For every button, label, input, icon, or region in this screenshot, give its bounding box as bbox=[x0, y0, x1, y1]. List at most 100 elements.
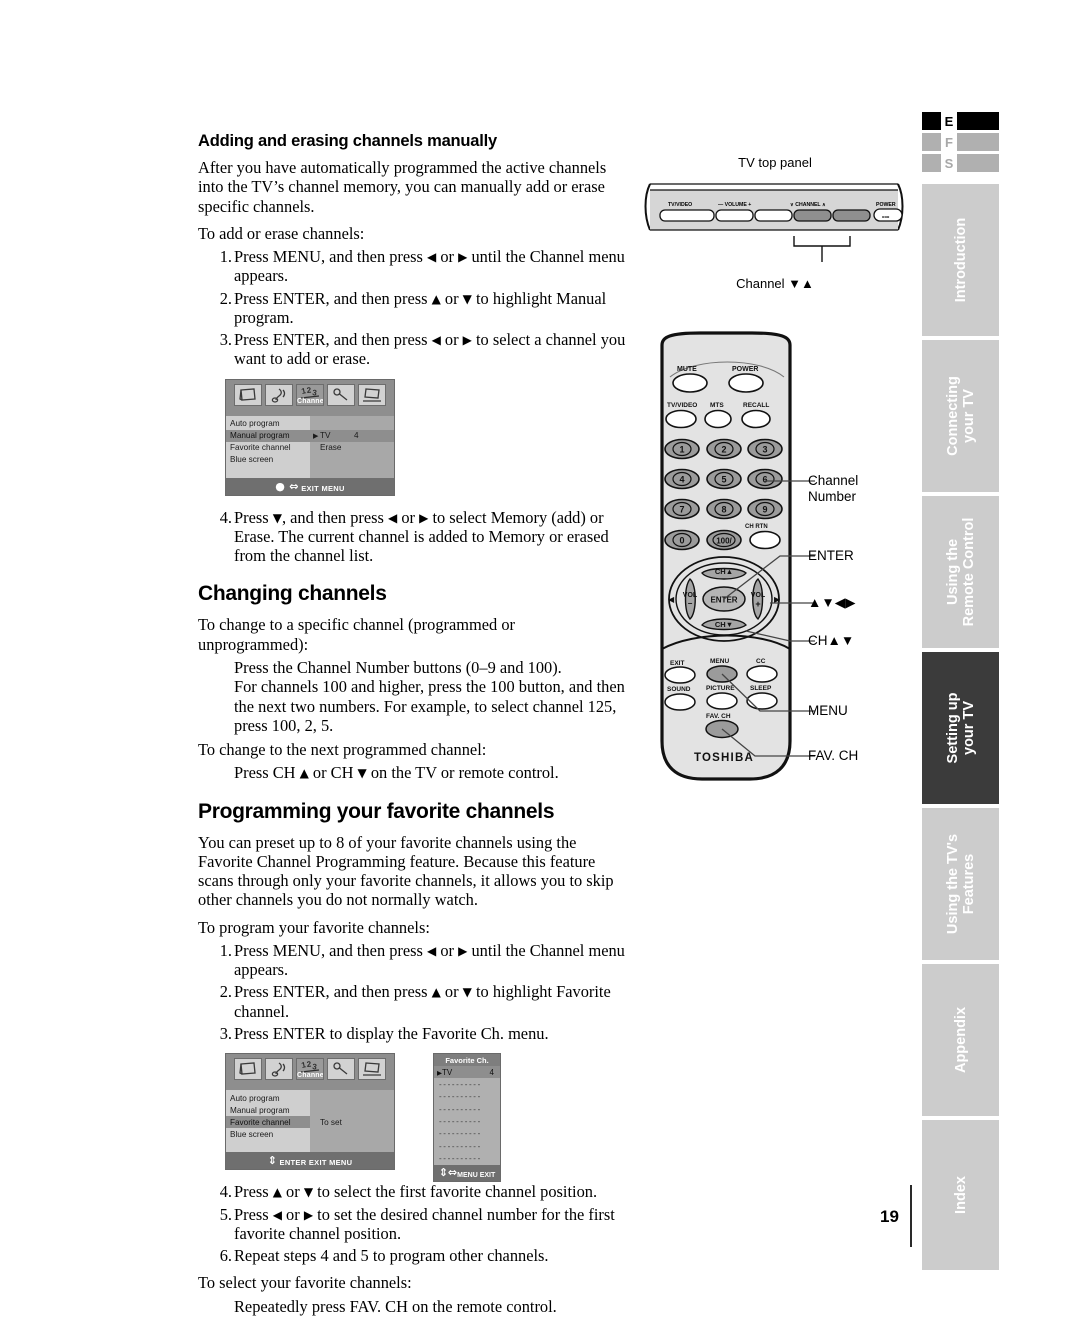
nav-hint-icon: ⇕⇔ bbox=[438, 1166, 458, 1180]
osd-figure-favorite-channel: 123 Channel Auto program Manual program … bbox=[225, 1053, 628, 1182]
osd-item-auto-program: Auto program bbox=[230, 1093, 280, 1103]
lang-letter: S bbox=[944, 155, 954, 171]
svg-text:RECALL: RECALL bbox=[743, 402, 769, 409]
svg-text:TV/VIDEO: TV/VIDEO bbox=[667, 402, 697, 409]
sidebar-item-appendix[interactable]: Appendix bbox=[922, 964, 999, 1116]
lang-square-left bbox=[922, 154, 941, 172]
svg-text:9: 9 bbox=[762, 505, 767, 515]
callout-fav-ch: FAV. CH bbox=[808, 748, 859, 763]
svg-text:100/: 100/ bbox=[716, 537, 732, 546]
osd-left-list: Auto program Manual program Favorite cha… bbox=[226, 1090, 310, 1153]
text-repeatedly-press-fav: Repeatedly press FAV. CH on the remote c… bbox=[234, 1296, 557, 1316]
sidebar-item-using-the-remote-control[interactable]: Using the Remote Control bbox=[922, 496, 999, 648]
sidebar-item-index[interactable]: Index bbox=[922, 1120, 999, 1270]
sidebar-item-label: Connecting your TV bbox=[944, 376, 977, 456]
osd-menu: 123 Channel Auto program Manual program … bbox=[225, 1053, 395, 1171]
list-item: 3. Press ENTER, and then press ◀ or ▶ to … bbox=[198, 330, 628, 369]
lang-bar-right bbox=[957, 154, 999, 172]
right-arrow-icon: ▶ bbox=[458, 250, 468, 265]
steps-favorites-continued: 4. Press ▲ or ▼ to select the first favor… bbox=[198, 1182, 628, 1265]
svg-text:MUTE: MUTE bbox=[677, 366, 697, 373]
osd-item-auto-program: Auto program bbox=[230, 419, 280, 429]
svg-text:POWER: POWER bbox=[876, 202, 896, 208]
step-text-mid: or bbox=[436, 247, 459, 267]
step-text: Press ENTER to display the Favorite Ch. … bbox=[234, 1023, 549, 1043]
language-tab-e[interactable]: E bbox=[922, 112, 1000, 130]
svg-text:5: 5 bbox=[721, 475, 726, 485]
step-number: 3. bbox=[219, 1023, 232, 1043]
svg-text:1: 1 bbox=[679, 445, 684, 455]
paragraph-intro-adding: After you have automatically programmed … bbox=[198, 158, 607, 216]
svg-text:CC: CC bbox=[756, 658, 766, 665]
lang-bar-right bbox=[957, 112, 999, 130]
sidebar-item-introduction[interactable]: Introduction bbox=[922, 184, 999, 336]
step-text-mid: , and then press bbox=[281, 507, 389, 527]
text-press-channel-buttons: Press the Channel Number buttons (0–9 an… bbox=[234, 657, 562, 677]
text-press-ch: Press CH ▲ or CH ▼ on the TV or remote c… bbox=[234, 763, 628, 782]
osd-row-value: 4 bbox=[354, 431, 359, 441]
step-text: Press ENTER, and then press bbox=[234, 288, 432, 308]
text-channels-100-higher: For channels 100 and higher, press the 1… bbox=[234, 677, 625, 735]
step-number: 2. bbox=[219, 288, 232, 308]
paragraph-intro-favorites: You can preset up to 8 of your favorite … bbox=[198, 832, 614, 910]
step-text: Press bbox=[234, 507, 273, 527]
up-arrow-icon: ▲ bbox=[431, 291, 441, 306]
svg-text:PICTURE: PICTURE bbox=[706, 685, 735, 692]
sidebar-item-connecting-your-tv[interactable]: Connecting your TV bbox=[922, 340, 999, 492]
step-number: 4. bbox=[219, 507, 232, 527]
svg-text:MTS: MTS bbox=[710, 402, 724, 409]
sidebar-item-setting-up-your-tv[interactable]: Setting up your TV bbox=[922, 652, 999, 804]
step-number: 6. bbox=[219, 1246, 232, 1266]
page-number-rule bbox=[910, 1185, 912, 1247]
osd-menu: 123 Channel Auto program Manual program … bbox=[225, 378, 395, 496]
step-text-mid: or bbox=[440, 330, 463, 350]
osd-row-label: To set bbox=[320, 1117, 342, 1127]
osd-row-to-set: To set bbox=[310, 1116, 394, 1128]
osd-icon-row: 123 Channel bbox=[226, 1054, 394, 1091]
list-item: 1. Press MENU, and then press ◀ or ▶ unti… bbox=[198, 247, 628, 286]
block-channel-number-buttons: Press the Channel Number buttons (0–9 an… bbox=[198, 658, 628, 735]
osd-body: Auto program Manual program Favorite cha… bbox=[226, 1090, 394, 1153]
text-a: Press CH bbox=[234, 763, 300, 783]
block-press-ch: Press CH ▲ or CH ▼ on the TV or remote c… bbox=[198, 763, 628, 782]
down-arrow-icon: ▼ bbox=[303, 1185, 314, 1200]
list-item: 3. Press ENTER to display the Favorite Ch… bbox=[198, 1024, 628, 1043]
svg-text:TV/VIDEO: TV/VIDEO bbox=[668, 202, 692, 208]
svg-text:+: + bbox=[755, 599, 760, 609]
osd-right-panel: To set bbox=[310, 1090, 394, 1153]
cursor-icon: ▶ bbox=[313, 432, 319, 441]
display-icon bbox=[358, 1058, 386, 1081]
svg-text:VOL: VOL bbox=[751, 592, 766, 599]
svg-text:3: 3 bbox=[762, 445, 767, 455]
callout-direction-arrows: ▲▼◀▶ bbox=[808, 595, 856, 610]
favorite-row-selected: ▶TV 4 bbox=[434, 1066, 500, 1079]
sidebar-item-using-the-tvs-features[interactable]: Using the TV's Features bbox=[922, 808, 999, 960]
setup-icon bbox=[327, 383, 355, 406]
svg-text:POWER: POWER bbox=[732, 366, 758, 373]
sidebar-navigation: E F S Introduction Connecting your TV Usi… bbox=[922, 112, 1000, 1274]
svg-text:EXIT: EXIT bbox=[670, 660, 684, 667]
osd-icon-row: 123 Channel bbox=[226, 379, 394, 416]
left-arrow-icon: ◀ bbox=[431, 333, 441, 348]
down-arrow-icon: ▼ bbox=[462, 985, 472, 1000]
svg-text:VOL: VOL bbox=[683, 592, 698, 599]
svg-text:7: 7 bbox=[679, 505, 684, 515]
svg-text:SLEEP: SLEEP bbox=[750, 685, 772, 692]
steps-adding-step4: 4. Press ▼, and then press ◀ or ▶ to sele… bbox=[198, 508, 628, 566]
sidebar-item-label: Introduction bbox=[952, 217, 969, 303]
list-item: 4. Press ▼, and then press ◀ or ▶ to sele… bbox=[198, 508, 628, 566]
language-tab-s[interactable]: S bbox=[922, 154, 1000, 172]
remote-control-drawing: MUTE POWER TV/VIDEO MTS RECALL 1 2 3 4 5… bbox=[660, 331, 815, 781]
lead-select-favorites: To select your favorite channels: bbox=[198, 1273, 412, 1293]
language-tab-f[interactable]: F bbox=[922, 133, 1000, 151]
callout-menu: MENU bbox=[808, 703, 848, 718]
page-number: 19 bbox=[880, 1207, 899, 1226]
osd-row-erase: Erase bbox=[310, 442, 394, 454]
svg-text:0: 0 bbox=[679, 536, 684, 546]
figure-column: TV top panel TV/VIDEO — VOLUME + ∨ CHANN… bbox=[640, 155, 910, 791]
svg-text:FAV. CH: FAV. CH bbox=[706, 713, 731, 720]
text-mid: or CH bbox=[308, 763, 358, 783]
step-number: 4. bbox=[219, 1182, 232, 1202]
sidebar-item-label: Setting up your TV bbox=[944, 692, 977, 764]
